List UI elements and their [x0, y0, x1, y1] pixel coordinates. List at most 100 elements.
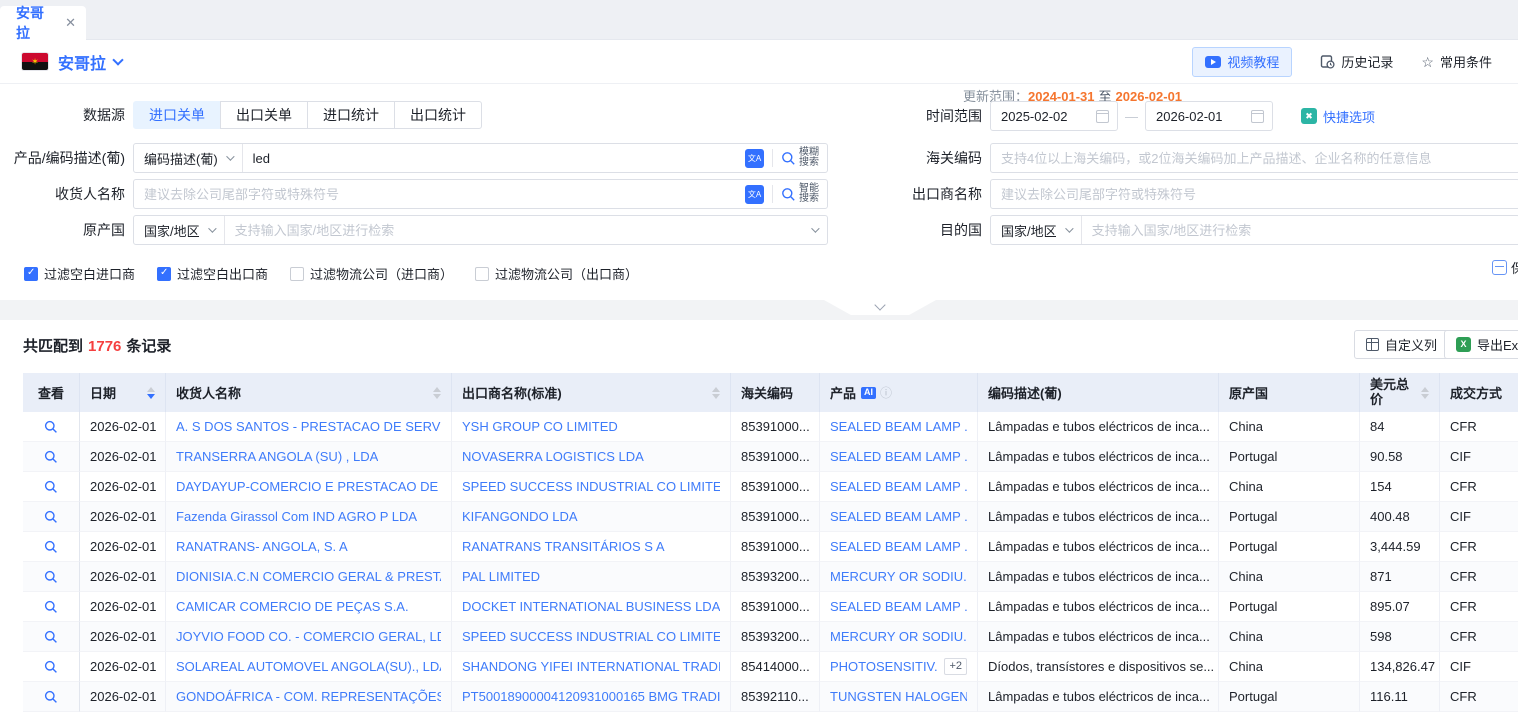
view-record-button[interactable]: [44, 660, 58, 674]
exporter-link[interactable]: SPEED SUCCESS INDUSTRIAL CO LIMITED: [462, 629, 720, 644]
exporter-link[interactable]: DOCKET INTERNATIONAL BUSINESS LDA: [462, 599, 720, 614]
consignee-link[interactable]: DAYDAYUP-COMERCIO E PRESTACAO DE S...: [176, 479, 441, 494]
star-icon: ☆: [1421, 55, 1434, 69]
tab-angola[interactable]: 安哥拉 ✕: [0, 6, 86, 40]
view-record-button[interactable]: [44, 510, 58, 524]
time-range-row: 时间范围 2025-02-02 — 2026-02-01 ✖ 快捷选项: [905, 101, 1375, 131]
view-record-button[interactable]: [44, 570, 58, 584]
sort-icon[interactable]: [141, 387, 155, 399]
tab-import-declarations[interactable]: 进口关单: [133, 101, 221, 129]
exporter-link[interactable]: KIFANGONDO LDA: [462, 509, 578, 524]
consignee-link[interactable]: JOYVIO FOOD CO. - COMERCIO GERAL, LDA: [176, 629, 441, 644]
product-link[interactable]: MERCURY OR SODIU...: [830, 629, 967, 644]
country-name[interactable]: 安哥拉: [58, 50, 106, 74]
video-tutorial-button[interactable]: 视频教程: [1192, 47, 1292, 77]
exporter-link[interactable]: PAL LIMITED: [462, 569, 540, 584]
col-header-usd-total[interactable]: 美元总价: [1360, 373, 1440, 412]
filter-checkbox-logistics-exporter[interactable]: 过滤物流公司（出口商）: [475, 264, 638, 283]
view-record-button[interactable]: [44, 480, 58, 494]
excel-icon: X: [1456, 337, 1471, 352]
consignee-link[interactable]: Fazenda Girassol Com IND AGRO P LDA: [176, 509, 417, 524]
info-icon[interactable]: ⓘ: [880, 384, 892, 401]
view-record-button[interactable]: [44, 450, 58, 464]
filter-checkbox-blank-importer[interactable]: 过滤空白进口商: [24, 264, 135, 283]
hs-code-cell: 85391000...: [731, 592, 820, 622]
product-link[interactable]: SEALED BEAM LAMP ...: [830, 449, 967, 464]
view-record-button[interactable]: [44, 420, 58, 434]
sort-icon[interactable]: [427, 387, 441, 399]
product-link[interactable]: SEALED BEAM LAMP ...: [830, 509, 967, 524]
product-cell: SEALED BEAM LAMP ...: [820, 532, 978, 562]
start-date-input[interactable]: 2025-02-02: [990, 101, 1118, 131]
exporter-link[interactable]: SHANDONG YIFEI INTERNATIONAL TRADIN...: [462, 659, 720, 674]
fuzzy-search-button[interactable]: 模糊搜索: [773, 148, 827, 168]
consignee-link[interactable]: A. S DOS SANTOS - PRESTACAO DE SERVIC...: [176, 419, 441, 434]
tab-import-statistics[interactable]: 进口统计: [307, 101, 395, 129]
consignee-link[interactable]: CAMICAR COMERCIO DE PEÇAS S.A.: [176, 599, 409, 614]
checkbox-icon: [475, 267, 489, 281]
consignee-link[interactable]: RANATRANS- ANGOLA, S. A: [176, 539, 348, 554]
product-link[interactable]: PHOTOSENSITIV...: [830, 659, 938, 674]
origin-input[interactable]: [225, 216, 811, 244]
view-record-button[interactable]: [44, 690, 58, 704]
tab-export-statistics[interactable]: 出口统计: [394, 101, 482, 129]
customize-columns-button[interactable]: 自定义列: [1354, 330, 1449, 359]
translate-icon[interactable]: 文A: [745, 149, 764, 168]
product-link[interactable]: SEALED BEAM LAMP ...: [830, 599, 967, 614]
consignee-link[interactable]: GONDOÁFRICA - COM. REPRESENTAÇÕES ...: [176, 689, 441, 704]
export-excel-button[interactable]: X 导出Exc: [1444, 330, 1518, 359]
hs-code-input[interactable]: [991, 144, 1518, 172]
data-source-row: 数据源 进口关单 出口关单 进口统计 出口统计: [0, 101, 482, 129]
exporter-link[interactable]: YSH GROUP CO LIMITED: [462, 419, 618, 434]
usd-total-cell: 90.58: [1360, 442, 1440, 472]
translate-icon[interactable]: 文A: [745, 185, 764, 204]
date-cell: 2026-02-01: [80, 562, 166, 592]
end-date-input[interactable]: 2026-02-01: [1145, 101, 1273, 131]
favorites-button[interactable]: ☆ 常用条件: [1421, 52, 1492, 71]
filter-checkbox-blank-exporter[interactable]: 过滤空白出口商: [157, 264, 268, 283]
history-button[interactable]: 历史记录: [1320, 52, 1393, 71]
smart-search-button[interactable]: 智能搜索: [773, 184, 827, 204]
view-record-button[interactable]: [44, 600, 58, 614]
tab-export-declarations[interactable]: 出口关单: [220, 101, 308, 129]
table-row: 2026-02-01 DIONISIA.C.N COMERCIO GERAL & …: [23, 562, 1518, 592]
view-record-button[interactable]: [44, 630, 58, 644]
collapse-filter-handle[interactable]: [824, 300, 936, 315]
table-header: 查看 日期 收货人名称 出口商名称(标准) 海关编码 产品 AI ⓘ: [23, 373, 1518, 412]
product-link[interactable]: MERCURY OR SODIU...: [830, 569, 967, 584]
consignee-input[interactable]: [134, 180, 745, 208]
close-icon[interactable]: ✕: [65, 15, 76, 31]
product-more-badge[interactable]: +2: [944, 658, 967, 675]
consignee-link[interactable]: SOLAREAL AUTOMOVEL ANGOLA(SU)., LDA: [176, 659, 441, 674]
quick-options-icon: ✖: [1301, 108, 1317, 124]
product-link[interactable]: TUNGSTEN HALOGEN...: [830, 689, 967, 704]
destination-input[interactable]: [1082, 216, 1518, 244]
exporter-link[interactable]: RANATRANS TRANSITÁRIOS S A: [462, 539, 665, 554]
exporter-link[interactable]: NOVASERRA LOGISTICS LDA: [462, 449, 644, 464]
consignee-link[interactable]: DIONISIA.C.N COMERCIO GERAL & PRESTA...: [176, 569, 441, 584]
hs-code-cell: 85393200...: [731, 622, 820, 652]
exporter-link[interactable]: PT50018900004120931000165 BMG TRADI...: [462, 689, 720, 704]
quick-options-button[interactable]: ✖ 快捷选项: [1301, 107, 1375, 126]
checkbox-icon: [290, 267, 304, 281]
destination-mode-select[interactable]: 国家/地区: [991, 216, 1082, 244]
product-link[interactable]: SEALED BEAM LAMP ...: [830, 479, 967, 494]
col-header-exporter[interactable]: 出口商名称(标准): [452, 373, 731, 412]
save-condition-button[interactable]: 保存条件: [1492, 258, 1518, 277]
col-header-date[interactable]: 日期: [80, 373, 166, 412]
chevron-down-icon[interactable]: [112, 54, 123, 65]
product-search-input[interactable]: [243, 144, 745, 172]
product-link[interactable]: SEALED BEAM LAMP ...: [830, 419, 967, 434]
col-header-consignee[interactable]: 收货人名称: [166, 373, 452, 412]
sort-icon[interactable]: [1415, 387, 1429, 399]
sort-icon[interactable]: [706, 387, 720, 399]
filter-checkbox-logistics-importer[interactable]: 过滤物流公司（进口商）: [290, 264, 453, 283]
exporter-input[interactable]: [991, 180, 1518, 208]
exporter-link[interactable]: SPEED SUCCESS INDUSTRIAL CO LIMITED: [462, 479, 720, 494]
origin-mode-select[interactable]: 国家/地区: [134, 216, 225, 244]
consignee-link[interactable]: TRANSERRA ANGOLA (SU) , LDA: [176, 449, 378, 464]
consignee-cell: DIONISIA.C.N COMERCIO GERAL & PRESTA...: [166, 562, 452, 592]
product-mode-select[interactable]: 编码描述(葡): [134, 144, 243, 172]
view-record-button[interactable]: [44, 540, 58, 554]
product-link[interactable]: SEALED BEAM LAMP ...: [830, 539, 967, 554]
